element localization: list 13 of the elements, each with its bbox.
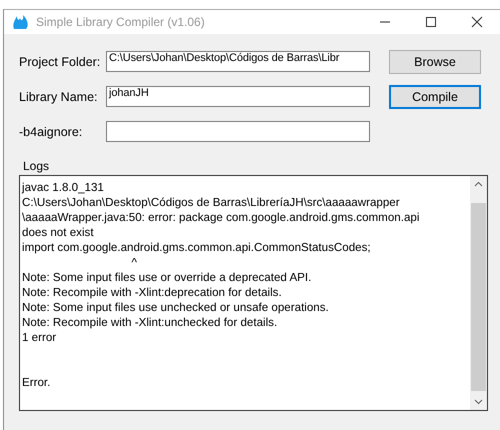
field-label: -b4aignore: — [19, 124, 84, 138]
window-title: Simple Library Compiler (v1.06) — [36, 15, 206, 29]
app-logo-icon — [12, 14, 30, 30]
action-button[interactable]: Browse — [389, 50, 481, 74]
log-text: javac 1.8.0_131 C:\Users\Johan\Desktop\Códigos de Barras\LibreríaJH\src\aaaaawrapper \aaaaaWrapper.java:50: error: package com.google.android.gms.common.api does not exist import com.google.android.gms.common.api.CommonStatusCodes; ^ Note: Some input files use or override a deprecated API. Note: Recompile with -Xlint:deprecation for details. Note: Some input files use unchecked or unsafe operations. Note: Recompile with -Xlint:unchecked for details. 1 error Error. — [20, 180, 420, 391]
field-label: Library Name: — [19, 90, 98, 104]
text-field[interactable]: johanJH — [106, 86, 370, 107]
scroll-bar[interactable] — [470, 176, 487, 410]
logs-label: Logs — [23, 159, 50, 173]
field-label: Project Folder: — [19, 54, 102, 68]
text-field[interactable]: C:\Users\Johan\Desktop\Códigos de Barras\Libr — [106, 51, 370, 72]
text-field[interactable] — [106, 121, 370, 142]
action-button[interactable]: Compile — [389, 84, 481, 108]
